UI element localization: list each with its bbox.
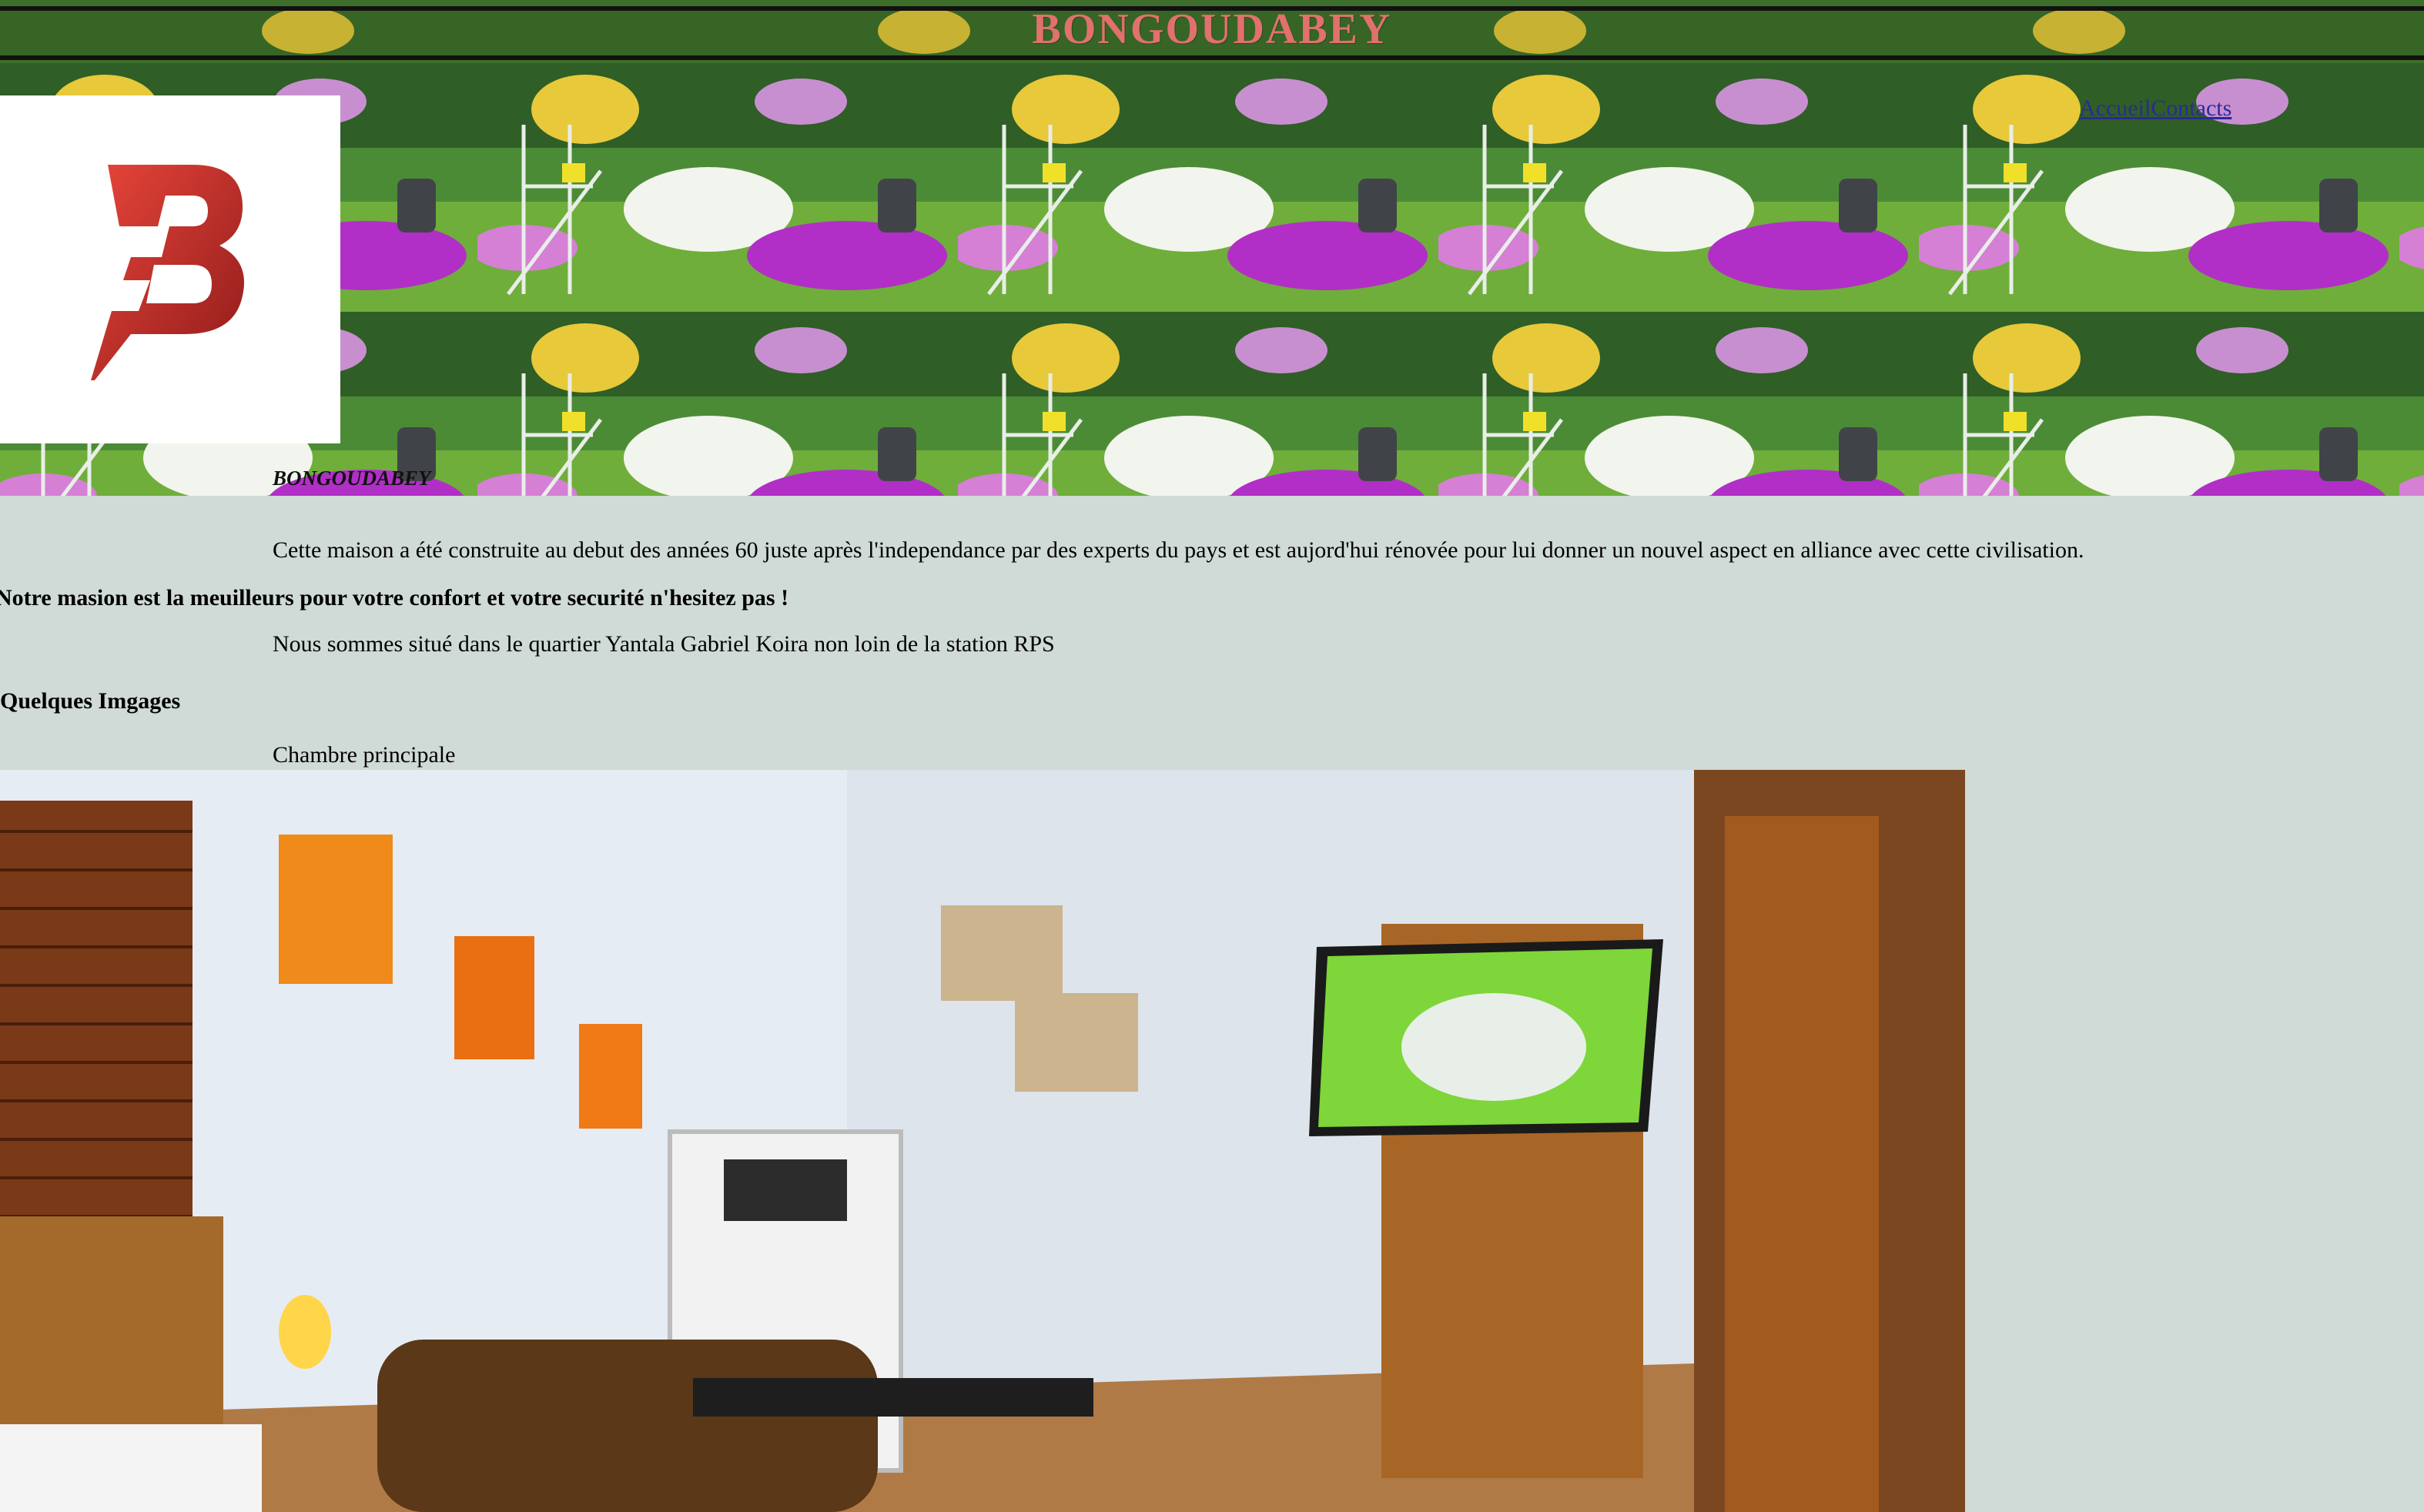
brand-logo-icon [91,165,244,380]
main-nav: AccueilContacts [2079,95,2231,122]
tagline: Notre masion est la meuilleurs pour votr… [0,585,789,610]
intro-paragraph: Cette maison a été construite au debut d… [273,537,2084,563]
bedroom-photo [0,770,1965,1512]
gallery-heading: Quelques Imgages [0,688,181,714]
site-title: BONGOUDABEY [1032,5,1392,53]
logo[interactable] [0,95,340,443]
banner-caption: BONGOUDABEY [273,467,431,490]
nav-link-accueil[interactable]: Accueil [2079,95,2151,121]
garden-background-image [0,0,2424,496]
nav-link-contacts[interactable]: Contacts [2151,95,2231,121]
hero-banner: BONGOUDABEY AccueilContacts BONGOUDABEY [0,0,2424,496]
location-paragraph: Nous sommes situé dans le quartier Yanta… [273,631,1055,657]
photo-caption: Chambre principale [273,742,456,768]
room-photo-illustration [0,770,1965,1512]
